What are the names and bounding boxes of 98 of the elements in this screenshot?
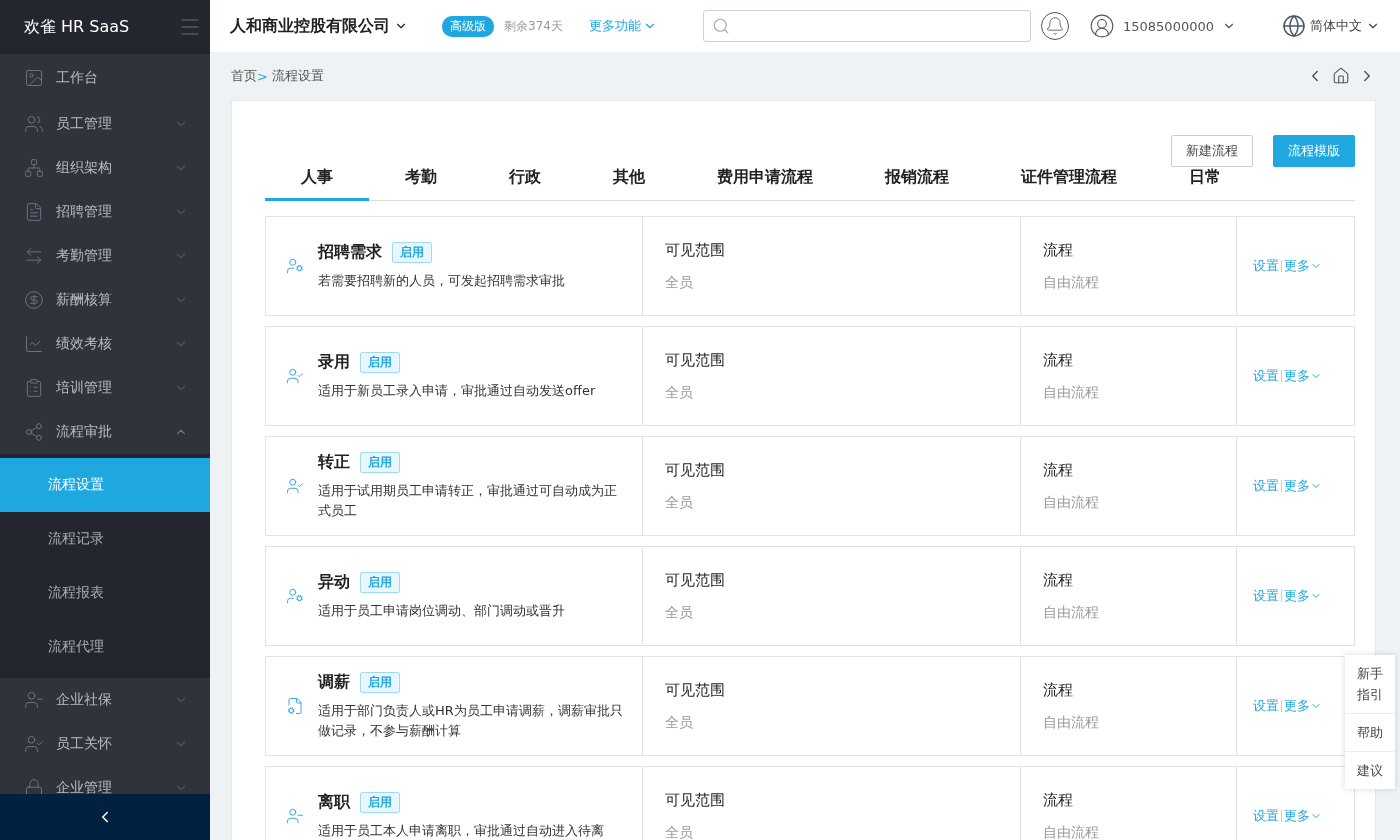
user-check-icon	[286, 367, 304, 385]
sidebar-item[interactable]: 企业社保	[0, 678, 210, 722]
submenu-item[interactable]: 流程代理	[0, 620, 210, 674]
home-icon[interactable]	[1332, 67, 1350, 85]
sidebar-item[interactable]: 企业管理	[0, 766, 210, 794]
type-value: 自由流程	[1043, 383, 1099, 402]
sidebar-item[interactable]: 薪酬核算	[0, 278, 210, 322]
user-minus-icon	[286, 807, 304, 825]
chart-icon	[24, 334, 44, 354]
scope-label: 可见范围	[665, 790, 725, 810]
globe-icon	[1282, 14, 1306, 38]
help-item[interactable]: 帮助	[1345, 714, 1395, 752]
flow-name: 离职	[318, 791, 350, 813]
breadcrumb-separator: >	[257, 68, 268, 84]
tab[interactable]: 日常	[1153, 167, 1257, 201]
user-check-icon	[286, 477, 304, 495]
type-label: 流程	[1043, 680, 1074, 700]
flow-description: 若需要招聘新的人员，可发起招聘需求审批	[318, 271, 565, 290]
type-label: 流程	[1043, 240, 1074, 260]
user-icon	[1089, 13, 1115, 39]
remaining-days: 剩余374天	[504, 17, 563, 35]
sidebar-item[interactable]: 流程审批	[0, 410, 210, 454]
search-icon	[711, 17, 730, 35]
help-item[interactable]: 建议	[1345, 752, 1395, 789]
logo: 欢雀 HR SaaS	[24, 16, 130, 38]
help-item[interactable]: 新手指引	[1345, 655, 1395, 714]
status-badge: 启用	[360, 791, 400, 813]
type-value: 自由流程	[1043, 603, 1099, 622]
new-button[interactable]: 新建流程	[1171, 135, 1253, 167]
tab[interactable]: 报销流程	[849, 167, 985, 201]
network-icon	[24, 158, 44, 178]
sidebar-item[interactable]: 考勤管理	[0, 234, 210, 278]
document-icon	[24, 202, 44, 222]
status-badge: 启用	[360, 351, 400, 373]
scope-value: 全员	[665, 713, 694, 732]
flow-name: 转正	[318, 451, 350, 473]
sidebar-item[interactable]: 绩效考核	[0, 322, 210, 366]
clipboard-icon	[24, 378, 44, 398]
scope-value: 全员	[665, 493, 694, 512]
type-label: 流程	[1043, 570, 1074, 590]
scope-label: 可见范围	[665, 240, 725, 260]
edition-badge: 高级版	[442, 15, 494, 37]
tab[interactable]: 人事	[265, 167, 369, 201]
scope-label: 可见范围	[665, 460, 725, 480]
status-badge: 启用	[360, 571, 400, 593]
user-check-icon	[24, 734, 44, 754]
sidebar-item[interactable]: 组织架构	[0, 146, 210, 190]
type-value: 自由流程	[1043, 823, 1099, 840]
flow-description: 适用于新员工录入申请，审批通过自动发送offer	[318, 381, 596, 400]
flow-name: 招聘需求	[318, 241, 382, 263]
search-field[interactable]	[702, 10, 1031, 42]
flow-name: 录用	[318, 351, 350, 373]
company-selector[interactable]: 人和商业控股有限公司	[230, 15, 408, 37]
scope-label: 可见范围	[665, 680, 725, 700]
language-menu[interactable]: 简体中文	[1282, 14, 1380, 38]
lock-icon	[24, 778, 44, 794]
type-label: 流程	[1043, 790, 1074, 810]
scope-label: 可见范围	[665, 350, 725, 370]
breadcrumb-item: 流程设置	[271, 67, 324, 85]
flow-name: 调薪	[318, 671, 350, 693]
type-label: 流程	[1043, 350, 1074, 370]
sidebar-item[interactable]: 招聘管理	[0, 190, 210, 234]
scope-value: 全员	[665, 383, 694, 402]
sidebar-item[interactable]: 培训管理	[0, 366, 210, 410]
tab[interactable]: 其他	[577, 167, 681, 201]
scope-value: 全员	[665, 273, 694, 292]
sidebar-item[interactable]: 工作台	[0, 54, 210, 102]
status-badge: 启用	[360, 671, 400, 693]
submenu-item[interactable]: 流程报表	[0, 566, 210, 620]
document-icon	[286, 697, 304, 715]
flow-description: 适用于部门负责人或HR为员工申请调薪，调薪审批只做记录，不参与薪酬计算	[318, 701, 624, 740]
type-label: 流程	[1043, 460, 1074, 480]
flow-name: 异动	[318, 571, 350, 593]
tab[interactable]: 考勤	[369, 167, 473, 201]
flow-description: 适用于员工申请岗位调动、部门调动或晋升	[318, 601, 565, 620]
flow-description: 适用于试用期员工申请转正，审批通过可自动成为正式员工	[318, 481, 618, 520]
scope-value: 全员	[665, 823, 694, 840]
sidebar-item[interactable]: 员工关怀	[0, 722, 210, 766]
type-value: 自由流程	[1043, 493, 1099, 512]
scope-value: 全员	[665, 603, 694, 622]
flow-description: 适用于员工本人申请离职，审批通过自动进入待离	[318, 821, 604, 840]
arrows-icon	[24, 246, 44, 266]
type-value: 自由流程	[1043, 713, 1099, 732]
tab[interactable]: 费用申请流程	[681, 167, 849, 201]
scope-label: 可见范围	[665, 570, 725, 590]
user-minus-icon	[24, 690, 44, 710]
coin-icon	[24, 290, 44, 310]
account-menu[interactable]: 15085000000	[1089, 13, 1236, 39]
tab[interactable]: 行政	[473, 167, 577, 201]
image-icon	[24, 68, 44, 88]
sidebar-item[interactable]: 员工管理	[0, 102, 210, 146]
type-value: 自由流程	[1043, 273, 1099, 292]
submenu-item[interactable]: 流程记录	[0, 512, 210, 566]
status-badge: 启用	[392, 241, 432, 263]
tab[interactable]: 证件管理流程	[985, 167, 1153, 201]
status-badge: 启用	[360, 451, 400, 473]
breadcrumb-item[interactable]: 首页	[231, 67, 257, 85]
share-icon	[24, 422, 44, 442]
